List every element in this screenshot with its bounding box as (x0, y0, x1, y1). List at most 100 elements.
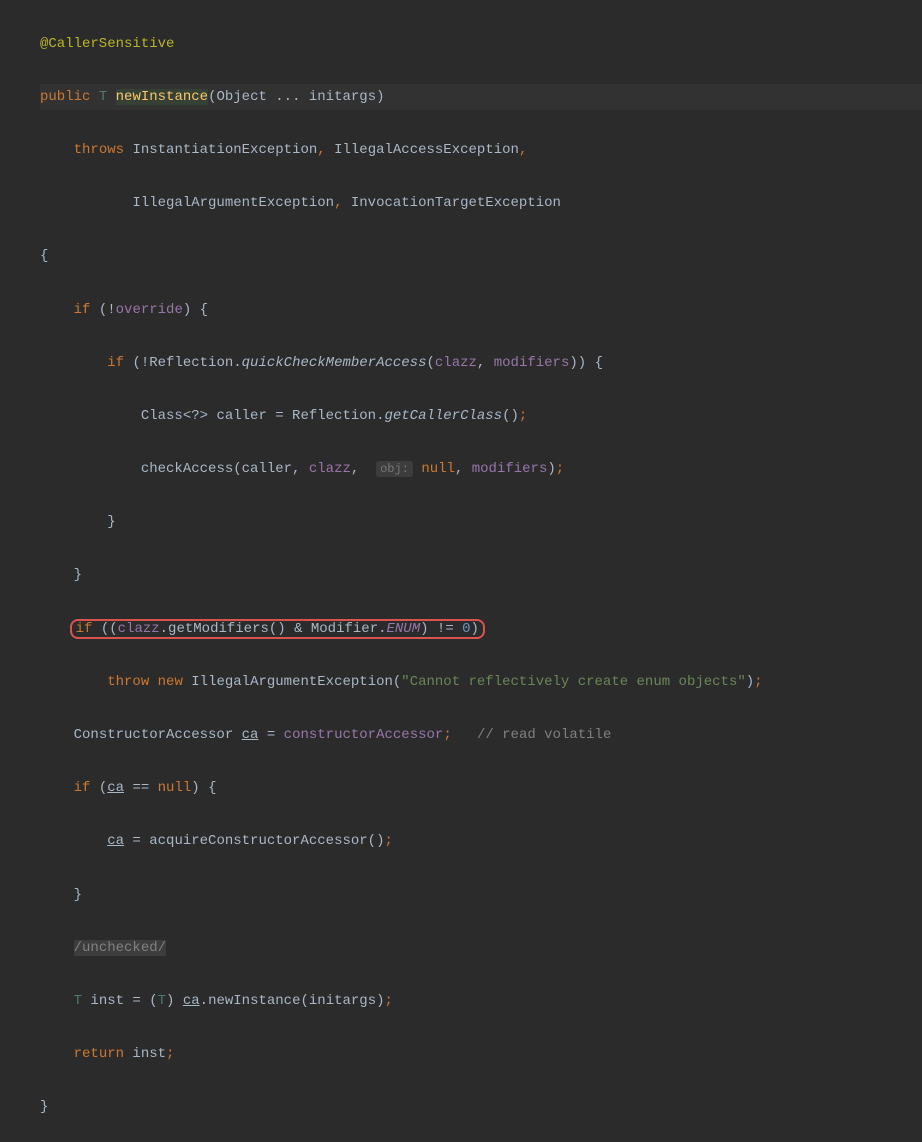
static-enum: ENUM (387, 621, 421, 637)
number: 0 (462, 621, 470, 637)
param-hint: obj: (376, 461, 413, 477)
annotation: @CallerSensitive (40, 36, 174, 52)
code-line: if ((clazz.getModifiers() & Modifier.ENU… (40, 616, 922, 643)
field-modifiers: modifiers (472, 461, 548, 477)
punct: ) (746, 674, 754, 690)
semi: ; (556, 461, 564, 477)
comment: // read volatile (477, 727, 611, 743)
comma: , (317, 142, 325, 158)
call: .newInstance(initargs) (200, 993, 385, 1009)
keyword-new: new (158, 674, 183, 690)
field-override: override (116, 302, 183, 318)
keyword-throw: throw (107, 674, 149, 690)
exception: InstantiationException (132, 142, 317, 158)
semi: ; (384, 833, 392, 849)
semi: ; (443, 727, 451, 743)
keyword-if: if (74, 780, 91, 796)
code-line: throws InstantiationException, IllegalAc… (40, 137, 922, 164)
punct: ) { (183, 302, 208, 318)
punct: ( (427, 355, 435, 371)
code-line: } (40, 882, 922, 909)
punct: ( (90, 780, 107, 796)
keyword-throws: throws (74, 142, 124, 158)
punct: ) { (191, 780, 216, 796)
code-editor[interactable]: @CallerSensitive public T newInstance(Ob… (0, 4, 922, 1142)
punct: ) (166, 993, 183, 1009)
comma: , (455, 461, 472, 477)
highlighted-condition: if ((clazz.getModifiers() & Modifier.ENU… (70, 619, 485, 639)
code-line: /unchecked/ (40, 935, 922, 962)
code-line: ca = acquireConstructorAccessor(); (40, 828, 922, 855)
code-line: checkAccess(caller, clazz, obj: null, mo… (40, 456, 922, 483)
comma: , (477, 355, 494, 371)
comma: , (351, 461, 368, 477)
code-line: } (40, 1094, 922, 1121)
code-line: T inst = (T) ca.newInstance(initargs); (40, 988, 922, 1015)
code-line: throw new IllegalArgumentException("Cann… (40, 669, 922, 696)
code-line: ConstructorAccessor ca = constructorAcce… (40, 722, 922, 749)
code-line: return inst; (40, 1041, 922, 1068)
punct: )) { (569, 355, 603, 371)
code-line: } (40, 509, 922, 536)
code-line: IllegalArgumentException, InvocationTarg… (40, 190, 922, 217)
semi: ; (754, 674, 762, 690)
space (149, 674, 157, 690)
field-clazz: clazz (118, 621, 160, 637)
method-name: newInstance (116, 89, 208, 105)
decl: inst = ( (82, 993, 158, 1009)
brace: { (40, 248, 48, 264)
var-ca: ca (183, 993, 200, 1009)
punct: (!Reflection. (132, 355, 241, 371)
punct: () (502, 408, 519, 424)
call: = acquireConstructorAccessor() (124, 833, 384, 849)
field-clazz: clazz (435, 355, 477, 371)
brace: } (107, 514, 115, 530)
var-ca: ca (107, 833, 124, 849)
type-param: T (99, 89, 107, 105)
keyword-null: null (421, 461, 455, 477)
brace: } (40, 1099, 48, 1115)
string-literal: "Cannot reflectively create enum objects… (401, 674, 745, 690)
code-line: @CallerSensitive (40, 31, 922, 58)
punct: ) (547, 461, 555, 477)
code-line: if (ca == null) { (40, 775, 922, 802)
var-ca: ca (242, 727, 259, 743)
keyword-if: if (107, 355, 124, 371)
keyword-public: public (40, 89, 90, 105)
keyword-return: return (74, 1046, 124, 1062)
keyword-null: null (158, 780, 192, 796)
decl: Class<?> caller = Reflection. (141, 408, 385, 424)
semi: ; (519, 408, 527, 424)
var-ca: ca (107, 780, 124, 796)
exception: IllegalAccessException (334, 142, 519, 158)
call: checkAccess(caller, (141, 461, 309, 477)
punct: == (124, 780, 158, 796)
var-inst: inst (124, 1046, 166, 1062)
method-call: getCallerClass (384, 408, 502, 424)
punct: (! (99, 302, 116, 318)
keyword-if: if (76, 621, 93, 637)
code-line: Class<?> caller = Reflection.getCallerCl… (40, 403, 922, 430)
keyword-if: if (74, 302, 91, 318)
field: constructorAccessor (284, 727, 444, 743)
punct: = (258, 727, 283, 743)
type-param: T (158, 993, 166, 1009)
punct: (( (92, 621, 117, 637)
punct: ) (471, 621, 479, 637)
exception: IllegalArgumentException (132, 195, 334, 211)
method-call: quickCheckMemberAccess (242, 355, 427, 371)
comma: , (334, 195, 342, 211)
call: .getModifiers() & Modifier. (160, 621, 387, 637)
code-line: if (!Reflection.quickCheckMemberAccess(c… (40, 350, 922, 377)
brace: } (74, 887, 82, 903)
code-line: } (40, 562, 922, 589)
code-line: if (!override) { (40, 297, 922, 324)
punct: ) != (420, 621, 462, 637)
comment-unchecked: /unchecked/ (74, 940, 166, 956)
class: IllegalArgumentException( (183, 674, 401, 690)
type-param: T (74, 993, 82, 1009)
code-line: { (40, 243, 922, 270)
comma: , (519, 142, 527, 158)
params: (Object ... initargs) (208, 89, 384, 105)
brace: } (74, 567, 82, 583)
